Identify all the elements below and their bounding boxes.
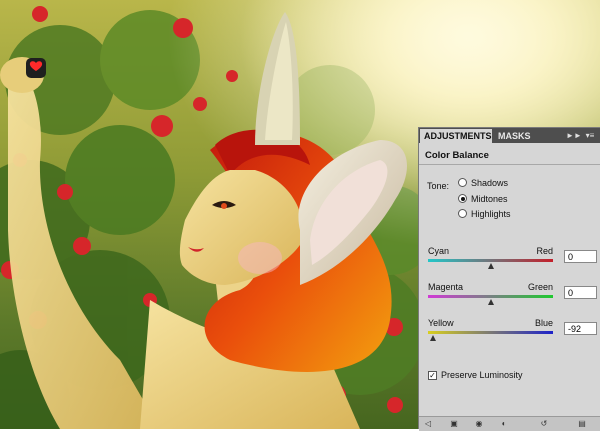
slider-track[interactable] <box>428 259 553 262</box>
visibility-eye-icon[interactable]: ◉ <box>474 419 484 428</box>
slider-left-label: Yellow <box>428 318 454 328</box>
slider-track[interactable] <box>428 331 553 334</box>
magenta-green-value-field[interactable] <box>564 286 597 299</box>
slider-right-label: Blue <box>534 318 553 328</box>
tone-option-label: Highlights <box>471 208 511 219</box>
yellow-blue-value-field[interactable] <box>564 322 597 335</box>
slider-thumb[interactable] <box>430 335 436 341</box>
slider-thumb[interactable] <box>487 263 494 269</box>
radio-button[interactable] <box>458 209 467 218</box>
slider-left-label: Magenta <box>428 282 464 292</box>
radio-button[interactable] <box>458 178 467 187</box>
slider-right-label: Red <box>536 246 553 256</box>
return-arrow-icon[interactable]: ◁ <box>423 419 433 428</box>
radio-button[interactable] <box>458 194 467 203</box>
checkbox-check-icon[interactable]: ✓ <box>428 370 437 380</box>
cyan-red-value-field[interactable] <box>564 250 597 263</box>
slider-right-label: Green <box>527 282 553 292</box>
clip-layer-icon[interactable]: ▣ <box>449 419 459 428</box>
cyan-red-slider: Cyan Red <box>428 246 598 276</box>
tone-highlights-radio[interactable]: Highlights <box>458 207 511 220</box>
slider-thumb[interactable] <box>487 299 494 305</box>
tone-midtones-radio[interactable]: Midtones <box>458 192 508 205</box>
slider-track[interactable] <box>428 295 553 298</box>
tone-label: Tone: <box>427 181 450 191</box>
preserve-luminosity-label: Preserve Luminosity <box>441 370 523 380</box>
reset-icon[interactable]: ↺ <box>539 419 549 428</box>
adjustment-title: Color Balance <box>425 150 489 161</box>
tab-adjustments[interactable]: ADJUSTMENTS <box>420 129 492 143</box>
tone-option-label: Midtones <box>471 193 508 204</box>
view-previous-icon[interactable]: ◐ <box>499 419 509 428</box>
adjustments-panel: ADJUSTMENTS MASKS ►► ▾≡ Color Balance To… <box>418 127 600 431</box>
preserve-luminosity-checkbox[interactable]: ✓ Preserve Luminosity <box>428 369 523 381</box>
double-chevron-right-icon[interactable]: ►► <box>566 129 582 142</box>
trash-icon[interactable]: ▤ <box>577 419 587 428</box>
panel-tab-bar: ADJUSTMENTS MASKS ►► ▾≡ <box>419 128 600 143</box>
panel-menu-icon[interactable]: ▾≡ <box>582 129 598 142</box>
tab-masks[interactable]: MASKS <box>494 129 538 143</box>
yellow-blue-slider: Yellow Blue <box>428 318 598 348</box>
tone-shadows-radio[interactable]: Shadows <box>458 176 508 189</box>
divider <box>419 164 600 165</box>
tone-option-label: Shadows <box>471 177 509 188</box>
slider-left-label: Cyan <box>428 246 450 256</box>
magenta-green-slider: Magenta Green <box>428 282 598 312</box>
